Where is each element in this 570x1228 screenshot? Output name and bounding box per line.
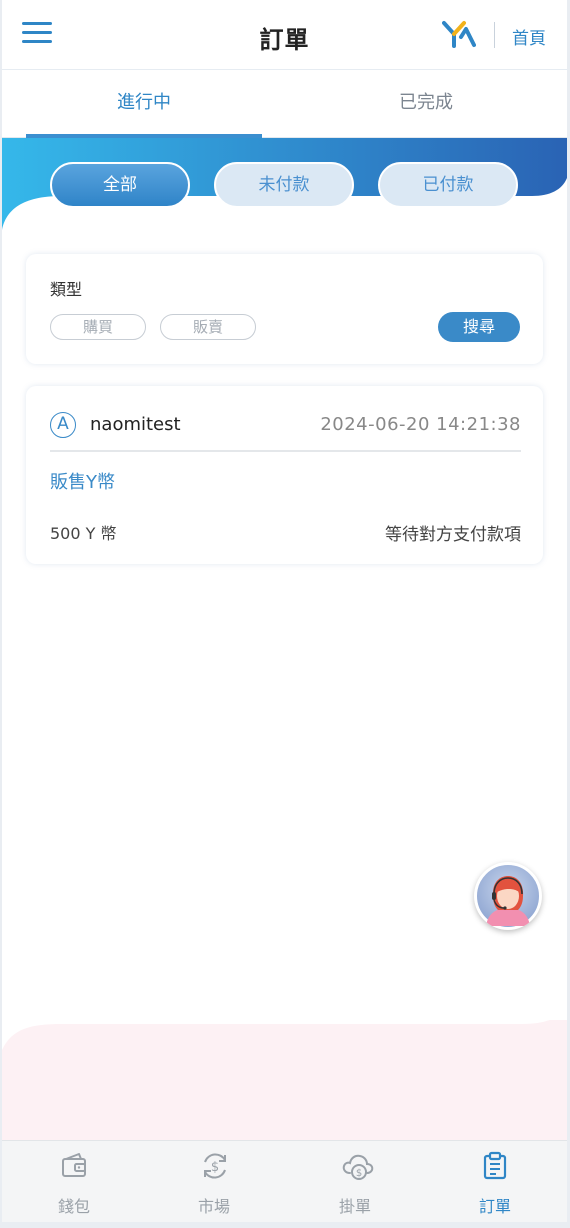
user-avatar: A	[50, 412, 76, 438]
customer-support-button[interactable]	[474, 862, 542, 930]
wallet-icon	[62, 1153, 86, 1177]
order-status: 等待對方支付款項	[385, 525, 521, 545]
nav-market-label: 市場	[197, 1197, 230, 1216]
filter-unpaid-button[interactable]: 未付款	[214, 162, 354, 208]
type-sell-chip[interactable]: 販賣	[160, 314, 256, 340]
type-filter-card: 類型 購買 販賣 搜尋	[26, 254, 543, 364]
filter-paid-button[interactable]: 已付款	[378, 162, 518, 208]
page-title: 訂單	[259, 26, 310, 54]
app-screen: 訂單 首頁 進行中 已完成 全部 未付款 已付款 類型 購買 販賣 搜尋 A n…	[2, 0, 567, 1222]
clipboard-icon	[483, 1151, 507, 1180]
bottom-decoration	[2, 1020, 567, 1140]
coin-exchange-icon: $	[204, 1153, 226, 1179]
order-tabs: 進行中 已完成	[2, 70, 567, 138]
svg-text:$: $	[211, 1160, 219, 1175]
type-buy-chip[interactable]: 購買	[50, 314, 146, 340]
nav-market[interactable]: $ 市場	[144, 1141, 284, 1222]
order-amount: 500 Y 幣	[50, 524, 117, 543]
tab-completed[interactable]: 已完成	[308, 70, 544, 138]
brand-logo-icon	[442, 21, 476, 48]
bottom-navigation: 錢包 $ 市場 $ 掛單 訂單	[2, 1140, 567, 1222]
filter-all-button[interactable]: 全部	[50, 162, 190, 208]
top-bar: 訂單 首頁	[2, 0, 567, 70]
type-label: 類型	[50, 280, 83, 299]
nav-listing-label: 掛單	[338, 1197, 371, 1216]
order-datetime: 2024-06-20 14:21:38	[320, 414, 521, 435]
header-divider	[494, 22, 495, 48]
nav-orders[interactable]: 訂單	[425, 1141, 565, 1222]
search-button[interactable]: 搜尋	[438, 312, 520, 342]
order-card[interactable]: A naomitest 2024-06-20 14:21:38 販售Y幣 500…	[26, 386, 543, 564]
nav-wallet[interactable]: 錢包	[4, 1141, 144, 1222]
tab-in-progress[interactable]: 進行中	[26, 70, 262, 138]
nav-orders-label: 訂單	[478, 1197, 511, 1216]
home-link[interactable]: 首頁	[512, 24, 546, 49]
nav-wallet-label: 錢包	[57, 1197, 90, 1216]
order-username: naomitest	[90, 414, 181, 435]
support-agent-icon	[475, 863, 541, 929]
nav-listing[interactable]: $ 掛單	[285, 1141, 425, 1222]
cloud-dollar-icon: $	[342, 1154, 374, 1180]
order-type: 販售Y幣	[50, 472, 115, 493]
svg-text:$: $	[356, 1168, 362, 1179]
order-divider	[50, 450, 521, 452]
